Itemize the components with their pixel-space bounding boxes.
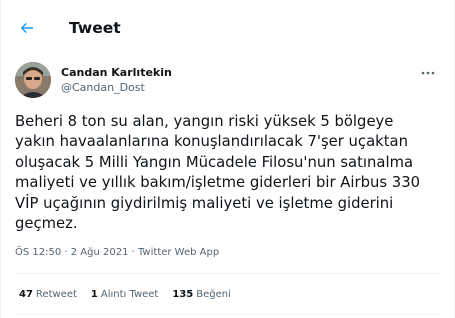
author-display-name[interactable]: Candan Karlıtekin bbox=[61, 65, 172, 80]
divider bbox=[15, 273, 441, 274]
avatar-image bbox=[15, 62, 51, 98]
page-header: Tweet bbox=[1, 0, 455, 56]
retweets-stat[interactable]: 47 Retweet bbox=[19, 289, 77, 300]
avatar[interactable] bbox=[15, 62, 51, 98]
likes-label: Beğeni bbox=[196, 289, 231, 300]
tweet-page: Tweet Candan Karlıtekin @Candan_Dost Beh… bbox=[0, 0, 455, 318]
tweet-stats: 47 Retweet 1 Alıntı Tweet 135 Beğeni bbox=[19, 289, 245, 300]
tweet-text: Beheri 8 ton su alan, yangın riski yükse… bbox=[15, 113, 421, 233]
arrow-left-icon[interactable] bbox=[15, 16, 39, 40]
more-horizontal-icon[interactable] bbox=[417, 66, 439, 80]
author-handle[interactable]: @Candan_Dost bbox=[61, 80, 172, 95]
likes-count: 135 bbox=[172, 289, 194, 300]
more-dots-svg bbox=[421, 71, 435, 75]
quotes-label: Alıntı Tweet bbox=[100, 289, 159, 300]
author-names: Candan Karlıtekin @Candan_Dost bbox=[61, 65, 172, 95]
tweet-timestamp[interactable]: ÖS 12:50 · 2 Ağu 2021 · Twitter Web App bbox=[15, 247, 219, 258]
likes-stat[interactable]: 135 Beğeni bbox=[172, 289, 231, 300]
tweet-author: Candan Karlıtekin @Candan_Dost bbox=[15, 60, 441, 100]
retweets-count: 47 bbox=[19, 289, 33, 300]
quotes-stat[interactable]: 1 Alıntı Tweet bbox=[91, 289, 158, 300]
quotes-count: 1 bbox=[90, 289, 98, 300]
divider bbox=[15, 314, 441, 315]
retweets-label: Retweet bbox=[35, 289, 77, 300]
page-title: Tweet bbox=[69, 19, 121, 37]
back-arrow-svg bbox=[20, 22, 33, 34]
